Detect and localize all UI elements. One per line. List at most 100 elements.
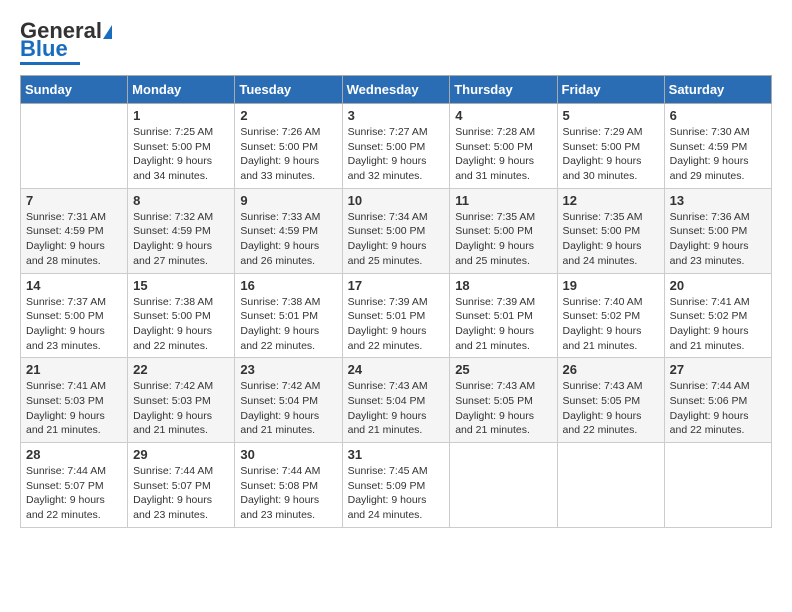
calendar-cell: 28 Sunrise: 7:44 AM Sunset: 5:07 PM Dayli… bbox=[21, 443, 128, 528]
day-info: Sunrise: 7:41 AM Sunset: 5:02 PM Dayligh… bbox=[670, 295, 766, 354]
day-info: Sunrise: 7:35 AM Sunset: 5:00 PM Dayligh… bbox=[563, 210, 659, 269]
day-number: 28 bbox=[26, 447, 122, 462]
calendar-cell: 17Sunrise: 7:39 AM Sunset: 5:01 PM Dayli… bbox=[342, 273, 450, 358]
calendar-cell: 16 Sunrise: 7:38 AM Sunset: 5:01 PM Dayli… bbox=[235, 273, 342, 358]
day-number: 13 bbox=[670, 193, 766, 208]
day-number: 29 bbox=[133, 447, 229, 462]
day-number: 18 bbox=[455, 278, 551, 293]
day-info: Sunrise: 7:25 AM Sunset: 5:00 PM Dayligh… bbox=[133, 125, 229, 184]
calendar-cell: 9 Sunrise: 7:33 AM Sunset: 4:59 PM Daylig… bbox=[235, 188, 342, 273]
calendar-cell: 24 Sunrise: 7:43 AM Sunset: 5:04 PM Dayli… bbox=[342, 358, 450, 443]
day-info: Sunrise: 7:33 AM Sunset: 4:59 PM Dayligh… bbox=[240, 210, 336, 269]
day-info: Sunrise: 7:43 AM Sunset: 5:05 PM Dayligh… bbox=[563, 379, 659, 438]
week-row-3: 14Sunrise: 7:37 AM Sunset: 5:00 PM Dayli… bbox=[21, 273, 772, 358]
calendar-cell: 2 Sunrise: 7:26 AM Sunset: 5:00 PM Daylig… bbox=[235, 104, 342, 189]
day-number: 2 bbox=[240, 108, 336, 123]
day-number: 21 bbox=[26, 362, 122, 377]
week-row-1: 1 Sunrise: 7:25 AM Sunset: 5:00 PM Daylig… bbox=[21, 104, 772, 189]
logo: General Blue bbox=[20, 20, 114, 65]
weekday-saturday: Saturday bbox=[664, 76, 771, 104]
day-number: 15 bbox=[133, 278, 229, 293]
weekday-tuesday: Tuesday bbox=[235, 76, 342, 104]
calendar-cell: 13 Sunrise: 7:36 AM Sunset: 5:00 PM Dayli… bbox=[664, 188, 771, 273]
calendar-cell: 12 Sunrise: 7:35 AM Sunset: 5:00 PM Dayli… bbox=[557, 188, 664, 273]
day-number: 6 bbox=[670, 108, 766, 123]
day-info: Sunrise: 7:44 AM Sunset: 5:06 PM Dayligh… bbox=[670, 379, 766, 438]
logo-underline bbox=[20, 62, 80, 65]
calendar-cell: 18Sunrise: 7:39 AM Sunset: 5:01 PM Dayli… bbox=[450, 273, 557, 358]
day-number: 9 bbox=[240, 193, 336, 208]
day-number: 12 bbox=[563, 193, 659, 208]
day-info: Sunrise: 7:32 AM Sunset: 4:59 PM Dayligh… bbox=[133, 210, 229, 269]
day-info: Sunrise: 7:44 AM Sunset: 5:07 PM Dayligh… bbox=[26, 464, 122, 523]
day-number: 31 bbox=[348, 447, 445, 462]
weekday-sunday: Sunday bbox=[21, 76, 128, 104]
calendar-cell: 7 Sunrise: 7:31 AM Sunset: 4:59 PM Daylig… bbox=[21, 188, 128, 273]
day-info: Sunrise: 7:45 AM Sunset: 5:09 PM Dayligh… bbox=[348, 464, 445, 523]
calendar-cell bbox=[664, 443, 771, 528]
calendar-cell: 26 Sunrise: 7:43 AM Sunset: 5:05 PM Dayli… bbox=[557, 358, 664, 443]
day-info: Sunrise: 7:44 AM Sunset: 5:07 PM Dayligh… bbox=[133, 464, 229, 523]
day-number: 30 bbox=[240, 447, 336, 462]
calendar-cell: 15 Sunrise: 7:38 AM Sunset: 5:00 PM Dayli… bbox=[128, 273, 235, 358]
calendar-cell: 30 Sunrise: 7:44 AM Sunset: 5:08 PM Dayli… bbox=[235, 443, 342, 528]
day-info: Sunrise: 7:34 AM Sunset: 5:00 PM Dayligh… bbox=[348, 210, 445, 269]
day-number: 26 bbox=[563, 362, 659, 377]
day-info: Sunrise: 7:43 AM Sunset: 5:04 PM Dayligh… bbox=[348, 379, 445, 438]
calendar-cell bbox=[21, 104, 128, 189]
day-info: Sunrise: 7:31 AM Sunset: 4:59 PM Dayligh… bbox=[26, 210, 122, 269]
day-info: Sunrise: 7:38 AM Sunset: 5:01 PM Dayligh… bbox=[240, 295, 336, 354]
day-number: 20 bbox=[670, 278, 766, 293]
day-info: Sunrise: 7:27 AM Sunset: 5:00 PM Dayligh… bbox=[348, 125, 445, 184]
day-info: Sunrise: 7:42 AM Sunset: 5:03 PM Dayligh… bbox=[133, 379, 229, 438]
calendar-cell: 6 Sunrise: 7:30 AM Sunset: 4:59 PM Daylig… bbox=[664, 104, 771, 189]
calendar-cell: 8 Sunrise: 7:32 AM Sunset: 4:59 PM Daylig… bbox=[128, 188, 235, 273]
day-number: 3 bbox=[348, 108, 445, 123]
day-info: Sunrise: 7:36 AM Sunset: 5:00 PM Dayligh… bbox=[670, 210, 766, 269]
calendar-table: SundayMondayTuesdayWednesdayThursdayFrid… bbox=[20, 75, 772, 528]
weekday-header-row: SundayMondayTuesdayWednesdayThursdayFrid… bbox=[21, 76, 772, 104]
calendar-cell: 21Sunrise: 7:41 AM Sunset: 5:03 PM Dayli… bbox=[21, 358, 128, 443]
day-number: 11 bbox=[455, 193, 551, 208]
logo-blue: Blue bbox=[20, 38, 68, 60]
weekday-friday: Friday bbox=[557, 76, 664, 104]
day-number: 27 bbox=[670, 362, 766, 377]
weekday-thursday: Thursday bbox=[450, 76, 557, 104]
day-number: 23 bbox=[240, 362, 336, 377]
day-number: 7 bbox=[26, 193, 122, 208]
day-info: Sunrise: 7:35 AM Sunset: 5:00 PM Dayligh… bbox=[455, 210, 551, 269]
day-number: 22 bbox=[133, 362, 229, 377]
day-number: 16 bbox=[240, 278, 336, 293]
page-header: General Blue bbox=[20, 20, 772, 65]
calendar-cell: 27 Sunrise: 7:44 AM Sunset: 5:06 PM Dayli… bbox=[664, 358, 771, 443]
day-info: Sunrise: 7:26 AM Sunset: 5:00 PM Dayligh… bbox=[240, 125, 336, 184]
day-info: Sunrise: 7:30 AM Sunset: 4:59 PM Dayligh… bbox=[670, 125, 766, 184]
calendar-cell: 22 Sunrise: 7:42 AM Sunset: 5:03 PM Dayli… bbox=[128, 358, 235, 443]
day-number: 8 bbox=[133, 193, 229, 208]
calendar-cell: 4Sunrise: 7:28 AM Sunset: 5:00 PM Daylig… bbox=[450, 104, 557, 189]
calendar-cell: 23 Sunrise: 7:42 AM Sunset: 5:04 PM Dayli… bbox=[235, 358, 342, 443]
day-info: Sunrise: 7:38 AM Sunset: 5:00 PM Dayligh… bbox=[133, 295, 229, 354]
calendar-cell: 5Sunrise: 7:29 AM Sunset: 5:00 PM Daylig… bbox=[557, 104, 664, 189]
day-number: 19 bbox=[563, 278, 659, 293]
day-info: Sunrise: 7:43 AM Sunset: 5:05 PM Dayligh… bbox=[455, 379, 551, 438]
calendar-cell: 19Sunrise: 7:40 AM Sunset: 5:02 PM Dayli… bbox=[557, 273, 664, 358]
weekday-monday: Monday bbox=[128, 76, 235, 104]
calendar-cell: 10 Sunrise: 7:34 AM Sunset: 5:00 PM Dayli… bbox=[342, 188, 450, 273]
week-row-5: 28 Sunrise: 7:44 AM Sunset: 5:07 PM Dayli… bbox=[21, 443, 772, 528]
calendar-cell: 11 Sunrise: 7:35 AM Sunset: 5:00 PM Dayli… bbox=[450, 188, 557, 273]
week-row-2: 7 Sunrise: 7:31 AM Sunset: 4:59 PM Daylig… bbox=[21, 188, 772, 273]
day-info: Sunrise: 7:44 AM Sunset: 5:08 PM Dayligh… bbox=[240, 464, 336, 523]
calendar-cell: 31 Sunrise: 7:45 AM Sunset: 5:09 PM Dayli… bbox=[342, 443, 450, 528]
day-info: Sunrise: 7:29 AM Sunset: 5:00 PM Dayligh… bbox=[563, 125, 659, 184]
calendar-cell bbox=[557, 443, 664, 528]
day-number: 24 bbox=[348, 362, 445, 377]
day-info: Sunrise: 7:42 AM Sunset: 5:04 PM Dayligh… bbox=[240, 379, 336, 438]
day-number: 4 bbox=[455, 108, 551, 123]
calendar-cell: 3 Sunrise: 7:27 AM Sunset: 5:00 PM Daylig… bbox=[342, 104, 450, 189]
calendar-body: 1 Sunrise: 7:25 AM Sunset: 5:00 PM Daylig… bbox=[21, 104, 772, 528]
calendar-cell: 1 Sunrise: 7:25 AM Sunset: 5:00 PM Daylig… bbox=[128, 104, 235, 189]
day-number: 10 bbox=[348, 193, 445, 208]
day-number: 1 bbox=[133, 108, 229, 123]
weekday-wednesday: Wednesday bbox=[342, 76, 450, 104]
